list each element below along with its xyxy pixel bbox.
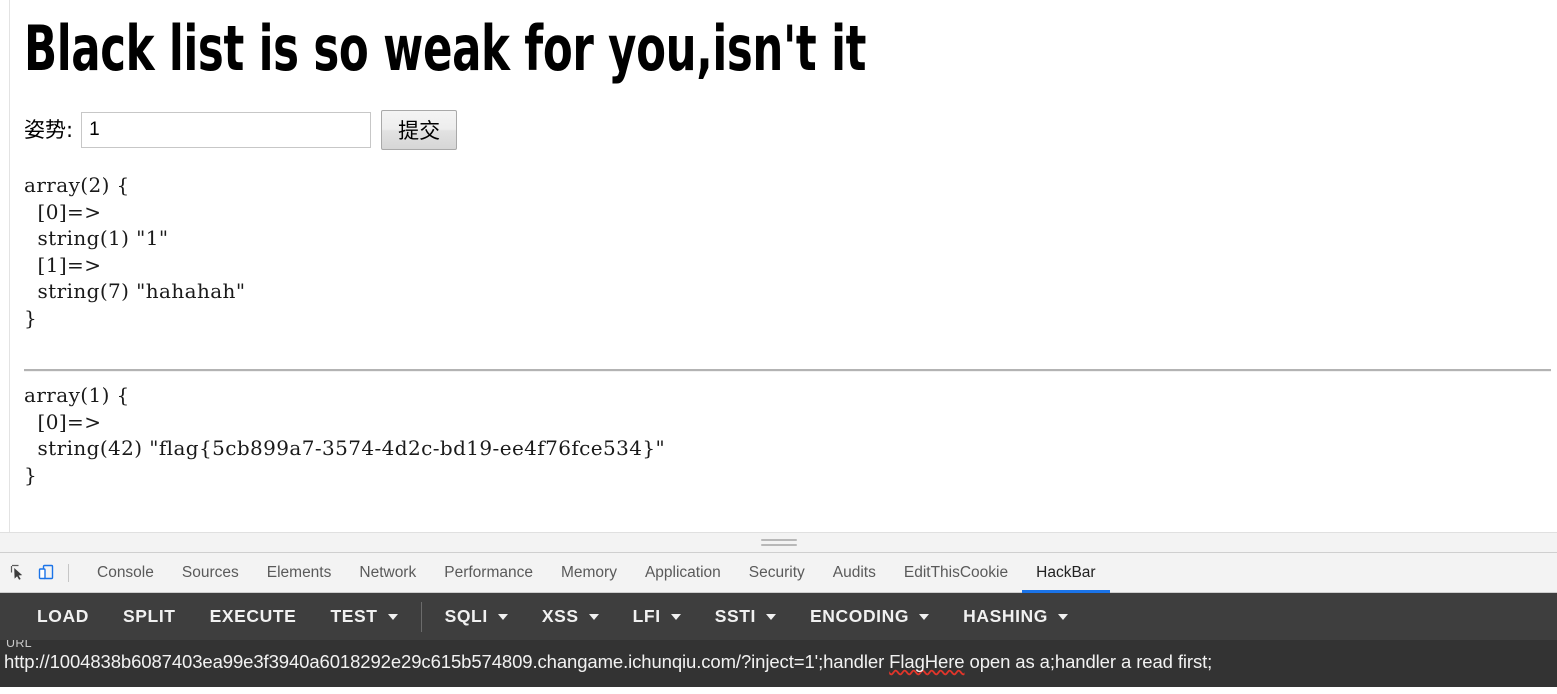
hackbar-url-label: URL (6, 640, 32, 650)
hackbar-ssti-label: SSTI (714, 606, 756, 626)
vardump-first: array(2) { [0]=> string(1) "1" [1]=> str… (24, 173, 246, 330)
inject-form: 姿势: 提交 (24, 110, 1557, 150)
devtools-tabbar: Console Sources Elements Network Perform… (0, 553, 1557, 593)
tab-console[interactable]: Console (83, 553, 168, 593)
chevron-down-icon (588, 613, 599, 620)
tab-hackbar[interactable]: HackBar (1022, 553, 1110, 593)
url-tail: open as a;handler a read first; (964, 651, 1213, 672)
hackbar-execute-button[interactable]: EXECUTE (193, 593, 314, 640)
inspect-element-icon[interactable] (4, 559, 32, 587)
hackbar-sqli-menu[interactable]: SQLI (428, 593, 525, 640)
hackbar-url-input[interactable]: http://1004838b6087403ea99e3f3940a601829… (4, 651, 1212, 673)
section-divider (24, 369, 1551, 372)
hackbar-test-label: TEST (330, 606, 378, 626)
hackbar-split-label: SPLIT (122, 606, 176, 626)
hackbar-xss-menu[interactable]: XSS (525, 593, 616, 640)
drag-handle-icon[interactable] (760, 539, 797, 549)
devtools-resize-splitter[interactable] (0, 532, 1557, 553)
tab-application[interactable]: Application (631, 553, 735, 593)
hackbar-sqli-label: SQLI (444, 606, 488, 626)
vardump-second-flag: array(1) { [0]=> string(42) "flag{5cb899… (24, 383, 666, 487)
hackbar-split-button[interactable]: SPLIT (106, 593, 193, 640)
chevron-down-icon (919, 613, 930, 620)
tab-performance[interactable]: Performance (430, 553, 547, 593)
tab-memory[interactable]: Memory (547, 553, 631, 593)
page-title: Black list is so weak for you,isn't it (24, 12, 866, 85)
tab-sources[interactable]: Sources (168, 553, 253, 593)
chevron-down-icon (497, 613, 508, 620)
devtools-panel: Console Sources Elements Network Perform… (0, 553, 1557, 694)
chevron-down-icon (387, 613, 398, 620)
toolbar-divider (68, 563, 69, 582)
hackbar-lfi-label: LFI (632, 606, 661, 626)
chevron-down-icon (1058, 613, 1069, 620)
chevron-down-icon (670, 613, 681, 620)
tab-security[interactable]: Security (735, 553, 819, 593)
hackbar-lfi-menu[interactable]: LFI (616, 593, 698, 640)
page-content: Black list is so weak for you,isn't it 姿… (9, 0, 1557, 532)
url-misspelled-token: FlagHere (889, 651, 965, 672)
submit-button[interactable]: 提交 (381, 110, 458, 150)
hackbar-encoding-menu[interactable]: ENCODING (793, 593, 946, 640)
inject-input[interactable] (81, 112, 372, 148)
hackbar-url-area[interactable]: URL http://1004838b6087403ea99e3f3940a60… (0, 640, 1557, 687)
hackbar-test-menu[interactable]: TEST (313, 593, 414, 640)
browser-window: Black list is so weak for you,isn't it 姿… (0, 0, 1557, 694)
hackbar-hashing-menu[interactable]: HASHING (946, 593, 1085, 640)
page-viewport: Black list is so weak for you,isn't it 姿… (0, 0, 1557, 532)
tab-audits[interactable]: Audits (819, 553, 890, 593)
tab-elements[interactable]: Elements (253, 553, 346, 593)
chevron-down-icon (765, 613, 776, 620)
device-toolbar-icon[interactable] (32, 559, 60, 587)
tab-editthiscookie[interactable]: EditThisCookie (890, 553, 1022, 593)
url-scheme-host: http://1004838b6087403ea99e3f3940a601829… (4, 651, 890, 672)
hackbar-load-label: LOAD (37, 606, 89, 626)
hackbar-ssti-menu[interactable]: SSTI (698, 593, 793, 640)
hackbar-hashing-label: HASHING (963, 606, 1049, 626)
hackbar-toolbar: LOAD SPLIT EXECUTE TEST SQLI XSS LFI SST… (0, 593, 1557, 640)
hackbar-execute-label: EXECUTE (209, 606, 297, 626)
hackbar-xss-label: XSS (541, 606, 579, 626)
hackbar-divider (420, 601, 422, 632)
hackbar-encoding-label: ENCODING (809, 606, 910, 626)
form-label: 姿势: (24, 118, 74, 142)
tab-network[interactable]: Network (345, 553, 430, 593)
hackbar-load-button[interactable]: LOAD (20, 593, 106, 640)
